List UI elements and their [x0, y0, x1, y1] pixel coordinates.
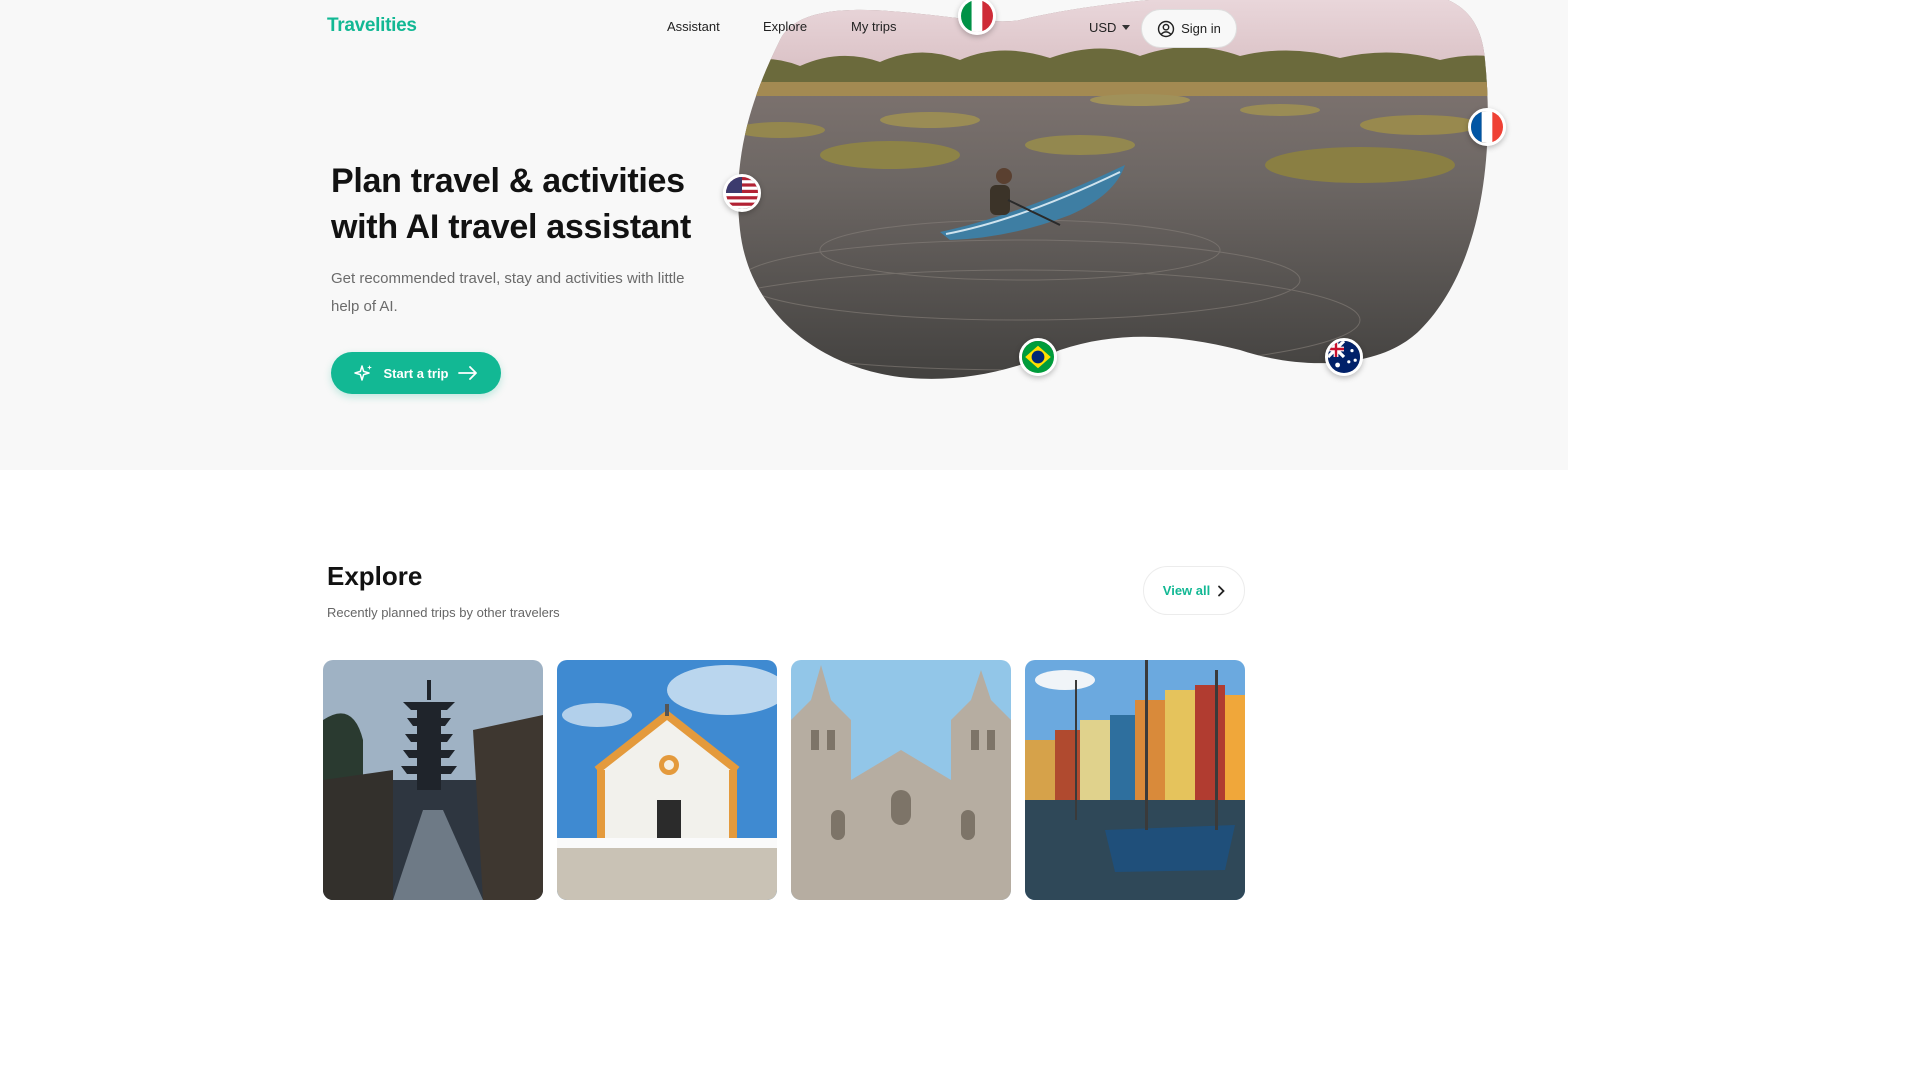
chevron-down-icon [1122, 25, 1131, 30]
start-trip-button[interactable]: Start a trip [331, 352, 501, 394]
united-states-flag-icon [723, 174, 761, 212]
hero-title-line2: with AI travel assistant [331, 208, 691, 246]
view-all-label: View all [1162, 583, 1211, 598]
hero-lake-image [738, 0, 1488, 379]
currency-value: USD [1089, 20, 1117, 35]
hero-subtitle-line2: help of AI. [331, 298, 398, 315]
trip-card-chapel[interactable] [557, 660, 777, 900]
user-circle-icon [1157, 20, 1175, 37]
currency-selector[interactable]: USD [1089, 20, 1131, 35]
trip-card-harbor[interactable] [1025, 660, 1245, 900]
hero-subtitle: Get recommended travel, stay and activit… [331, 265, 731, 321]
nav-assistant[interactable]: Assistant [667, 19, 720, 34]
hero-section: Travelities Assistant Explore My trips U… [0, 0, 1568, 470]
australia-flag-icon [1325, 338, 1363, 376]
brazil-flag-icon [1019, 338, 1057, 376]
explore-title: Explore [327, 561, 423, 591]
sign-in-label: Sign in [1181, 21, 1221, 36]
explore-subtitle: Recently planned trips by other traveler… [327, 605, 560, 620]
chevron-right-icon [1218, 585, 1226, 596]
sparkle-icon [354, 365, 373, 381]
nav-my-trips[interactable]: My trips [851, 19, 897, 34]
harbor-colorful-houses-image [1025, 660, 1245, 900]
gothic-cathedral-image [791, 660, 1011, 900]
brand-logo[interactable]: Travelities [327, 15, 417, 37]
hero-title: Plan travel & activities with AI travel … [331, 158, 751, 250]
nav-explore[interactable]: Explore [763, 19, 807, 34]
trip-card-kyoto[interactable] [323, 660, 543, 900]
view-all-button[interactable]: View all [1143, 566, 1245, 615]
white-chapel-image [557, 660, 777, 900]
hero-subtitle-line1: Get recommended travel, stay and activit… [331, 270, 685, 287]
trip-card-cathedral[interactable] [791, 660, 1011, 900]
hero-title-line1: Plan travel & activities [331, 162, 685, 200]
kyoto-pagoda-image [323, 660, 543, 900]
sign-in-button[interactable]: Sign in [1141, 9, 1237, 48]
arrow-right-icon [457, 366, 477, 380]
start-trip-label: Start a trip [383, 365, 449, 381]
france-flag-icon [1468, 108, 1506, 146]
